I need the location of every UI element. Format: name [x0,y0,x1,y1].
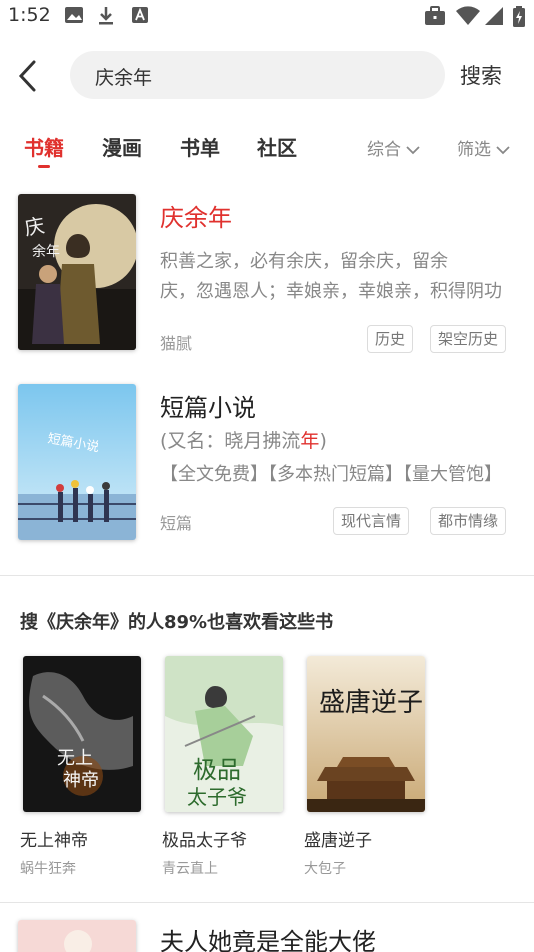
book-title: 短篇小说 [160,394,256,422]
filter-label: 筛选 [457,140,491,160]
tab-books[interactable]: 书籍 [24,132,64,161]
chevron-left-icon [18,60,36,92]
book-cover[interactable]: 极品 太子爷 [165,656,283,812]
book-alias: (又名：晓月拂流年) [160,426,327,453]
book-title: 无上神帝 [20,831,88,851]
active-tab-indicator [38,165,50,168]
book-cover[interactable]: 盛唐逆子 [307,656,425,812]
book-author: 蜗牛狂奔 [20,861,76,877]
text-icon [131,6,149,28]
description-line: 积善之家，必有余庆，留余庆，留余 [160,251,448,272]
book-author: 短篇 [160,514,193,533]
book-author: 大包子 [304,861,346,877]
svg-text:无上: 无上 [57,748,93,769]
back-button[interactable] [12,58,46,94]
briefcase-icon [424,6,446,30]
status-bar: 1:52 [0,0,534,32]
book-title: 夫人她竟是全能大佬 [160,928,376,952]
book-description: 【全文免费】【多本热门短篇】【量大管饱】 [160,460,516,490]
book-cover[interactable]: 短篇小说 [18,384,136,540]
download-icon [97,6,115,30]
svg-text:余年: 余年 [32,243,60,260]
description-line: 庆，忽遇恩人；幸娘亲，幸娘亲，积得阴功 [160,281,502,302]
gallery-icon [64,6,84,28]
search-input[interactable]: 庆余年 [70,51,445,99]
book-title: 盛唐逆子 [304,831,372,851]
book-tag: 历史 [367,325,414,353]
chevron-down-icon [406,146,420,155]
description-line: 【全文免费】【多本热门短篇】【量大管饱】 [160,464,502,485]
book-description: 积善之家，必有余庆，留余庆，留余 庆，忽遇恩人；幸娘亲，幸娘亲，积得阴功 [160,247,516,307]
svg-text:极品: 极品 [193,756,241,784]
book-title: 极品太子爷 [162,831,247,851]
tab-booklists[interactable]: 书单 [180,132,220,161]
search-query: 庆余年 [95,67,153,89]
sort-dropdown[interactable]: 综合 [367,135,421,160]
book-cover[interactable] [18,920,136,952]
search-button[interactable]: 搜索 [460,60,502,90]
svg-text:太子爷: 太子爷 [187,785,247,809]
book-tag: 现代言情 [333,507,410,535]
section-divider [0,575,534,576]
status-time: 1:52 [8,4,51,26]
battery-icon [512,6,526,32]
svg-text:盛唐逆子: 盛唐逆子 [319,688,423,718]
alias-suffix: ) [319,430,327,452]
signal-icon [484,6,504,30]
book-cover[interactable]: 无上 神帝 [23,656,141,812]
recommend-title: 搜《庆余年》的人89%也喜欢看这些书 [20,612,334,633]
chevron-down-icon [496,146,510,155]
tab-community[interactable]: 社区 [257,132,297,161]
sort-label: 综合 [367,140,401,160]
alias-highlight: 年 [300,430,320,452]
tab-comics[interactable]: 漫画 [102,132,142,161]
book-tag: 架空历史 [430,325,507,353]
book-author: 猫腻 [160,334,193,353]
book-author: 青云直上 [162,861,218,877]
alias-prefix: (又名：晓月拂流 [160,430,301,452]
filter-dropdown[interactable]: 筛选 [457,135,511,160]
book-cover[interactable]: 庆 余年 [18,194,136,350]
svg-text:庆: 庆 [23,213,47,240]
svg-text:神帝: 神帝 [63,770,99,791]
book-tag: 都市情缘 [430,507,507,535]
book-title: 庆余年 [160,204,232,232]
wifi-icon [456,6,480,30]
section-divider [0,902,534,903]
